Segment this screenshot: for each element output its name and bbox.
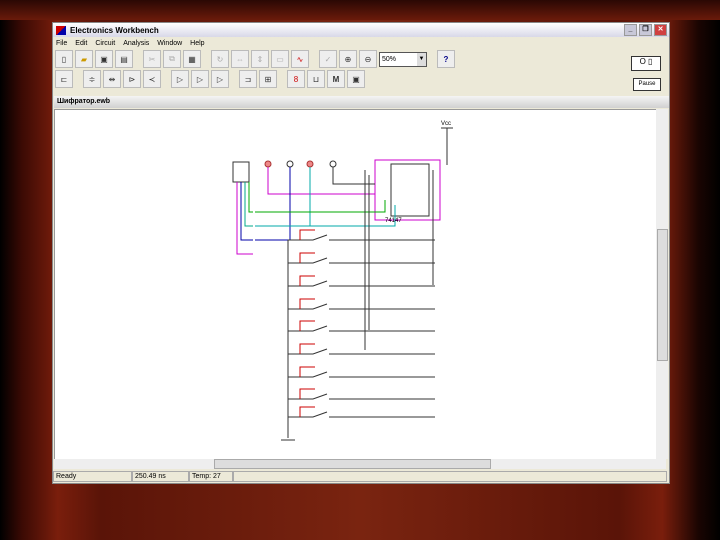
- status-temp: Temp: 27: [189, 471, 233, 482]
- switch: [288, 303, 435, 310]
- switch-key-wire: [299, 298, 315, 309]
- indicators-icon[interactable]: 8: [287, 70, 305, 88]
- menu-analysis[interactable]: Analysis: [123, 40, 149, 47]
- switch: [288, 325, 435, 332]
- controls-icon[interactable]: ⊔: [307, 70, 325, 88]
- subcircuit-icon[interactable]: ▭: [271, 50, 289, 68]
- curtain-top: [0, 0, 720, 20]
- main-toolbar: ▯ ▰ ▣ ▤ ✂ ⧉ ▦ ↻ ⇔ ⇕ ▭ ∿ ✓ ⊕ ⊖ 50% ▼ ?: [53, 49, 669, 69]
- menu-edit[interactable]: Edit: [75, 40, 87, 47]
- diodes-icon[interactable]: ⊳: [123, 70, 141, 88]
- switch-key-wire: [299, 366, 315, 377]
- menu-circuit[interactable]: Circuit: [95, 40, 115, 47]
- status-state: Ready: [53, 471, 132, 482]
- encoder-chip: [390, 163, 430, 217]
- switch-key-wire: [299, 252, 315, 263]
- switch: [288, 234, 435, 241]
- probe-icon: [286, 160, 294, 168]
- rotate-icon[interactable]: ↻: [211, 50, 229, 68]
- digital-icon[interactable]: ⊞: [259, 70, 277, 88]
- print-icon[interactable]: ▤: [115, 50, 133, 68]
- scroll-thumb[interactable]: [657, 229, 668, 361]
- document-title: Шифратор.ewb: [54, 96, 669, 108]
- probe-icon: [306, 160, 314, 168]
- title-bar: Electronics Workbench _ ❐ ✕: [53, 23, 669, 37]
- component-properties-icon[interactable]: ✓: [319, 50, 337, 68]
- switch-key-wire: [299, 229, 315, 240]
- zoom-value: 50%: [382, 55, 397, 63]
- circuit-schematic: 74147 Vcc: [232, 121, 453, 441]
- probe-icon: [264, 160, 272, 168]
- chip-label: 74147: [385, 218, 402, 224]
- mixed-ics-icon[interactable]: ▷: [191, 70, 209, 88]
- save-icon[interactable]: ▣: [95, 50, 113, 68]
- transistors-icon[interactable]: ≺: [143, 70, 161, 88]
- vcc-label: Vcc: [441, 121, 451, 127]
- help-button[interactable]: ?: [437, 50, 455, 68]
- menu-file[interactable]: File: [56, 40, 67, 47]
- minimize-button[interactable]: _: [624, 24, 637, 36]
- power-switch[interactable]: O ▯: [631, 56, 661, 71]
- horizontal-scrollbar[interactable]: [54, 459, 666, 469]
- analog-ics-icon[interactable]: ▷: [171, 70, 189, 88]
- app-window: Electronics Workbench _ ❐ ✕ File Edit Ci…: [52, 22, 670, 484]
- zoom-out-icon[interactable]: ⊖: [359, 50, 377, 68]
- switch-key-wire: [299, 406, 315, 417]
- graph-icon[interactable]: ∿: [291, 50, 309, 68]
- switch: [288, 348, 435, 355]
- paste-icon[interactable]: ▦: [183, 50, 201, 68]
- restore-button[interactable]: ❐: [639, 24, 652, 36]
- cut-icon[interactable]: ✂: [143, 50, 161, 68]
- window-title: Electronics Workbench: [70, 25, 159, 35]
- close-button[interactable]: ✕: [654, 24, 667, 36]
- switch: [288, 257, 435, 264]
- status-time: 250.49 ns: [132, 471, 189, 482]
- switch: [288, 371, 435, 378]
- favorites-icon[interactable]: ⊏: [55, 70, 73, 88]
- menu-window[interactable]: Window: [157, 40, 182, 47]
- sources-icon[interactable]: ≑: [83, 70, 101, 88]
- switch: [288, 393, 435, 400]
- zoom-select[interactable]: 50% ▼: [379, 51, 427, 67]
- switch: [288, 411, 435, 418]
- zoom-in-icon[interactable]: ⊕: [339, 50, 357, 68]
- switch-key-wire: [299, 275, 315, 286]
- scroll-thumb[interactable]: [214, 459, 491, 469]
- pause-button[interactable]: Pause: [633, 78, 661, 91]
- menu-bar: File Edit Circuit Analysis Window Help: [53, 37, 669, 49]
- vertical-scrollbar[interactable]: [656, 109, 668, 459]
- basic-icon[interactable]: ⇹: [103, 70, 121, 88]
- status-bar: Ready 250.49 ns Temp: 27: [53, 471, 667, 482]
- digital-ics-icon[interactable]: ▷: [211, 70, 229, 88]
- logic-gates-icon[interactable]: ⊐: [239, 70, 257, 88]
- switch: [288, 280, 435, 287]
- chevron-down-icon[interactable]: ▼: [417, 52, 426, 66]
- flip-vertical-icon[interactable]: ⇕: [251, 50, 269, 68]
- app-logo-icon: [56, 25, 66, 35]
- open-icon[interactable]: ▰: [75, 50, 93, 68]
- parts-toolbar: ⊏ ≑ ⇹ ⊳ ≺ ▷ ▷ ▷ ⊐ ⊞ 8 ⊔ M ▣: [53, 69, 669, 89]
- seven-segment-display: [232, 161, 250, 183]
- switch-key-wire: [299, 388, 315, 399]
- instruments-icon[interactable]: ▣: [347, 70, 365, 88]
- switch-key-wire: [299, 320, 315, 331]
- circuit-canvas[interactable]: 74147 Vcc: [54, 109, 657, 461]
- miscellaneous-icon[interactable]: M: [327, 70, 345, 88]
- switch-key-wire: [299, 343, 315, 354]
- menu-help[interactable]: Help: [190, 40, 204, 47]
- flip-horizontal-icon[interactable]: ⇔: [231, 50, 249, 68]
- copy-icon[interactable]: ⧉: [163, 50, 181, 68]
- probe-icon: [329, 160, 337, 168]
- new-icon[interactable]: ▯: [55, 50, 73, 68]
